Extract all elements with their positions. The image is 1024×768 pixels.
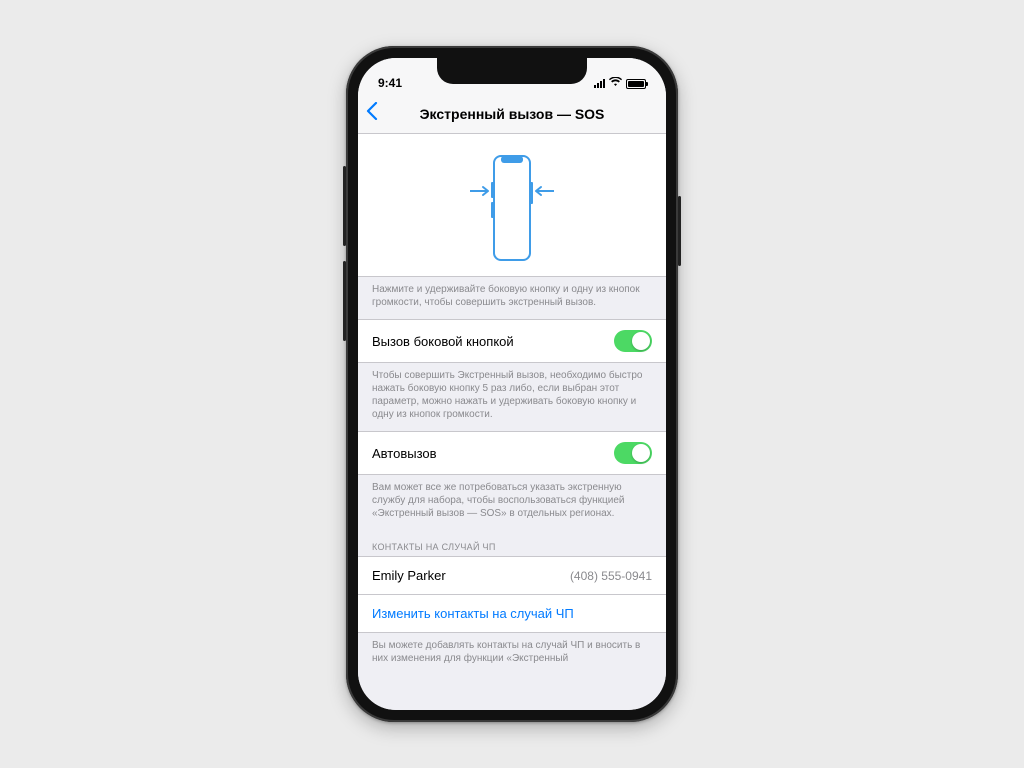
- nav-title: Экстренный вызов — SOS: [358, 106, 666, 122]
- screen: 9:41 Экстренный вызов — SOS: [358, 58, 666, 710]
- battery-icon: [626, 79, 646, 89]
- row-label: Автовызов: [372, 446, 437, 461]
- edit-contacts-link[interactable]: Изменить контакты на случай ЧП: [358, 595, 666, 633]
- phone-squeeze-icon: [452, 148, 572, 268]
- contacts-section-header: КОНТАКТЫ НА СЛУЧАЙ ЧП: [358, 530, 666, 556]
- wifi-icon: [609, 77, 622, 90]
- nav-bar: Экстренный вызов — SOS: [358, 94, 666, 134]
- row-auto-call[interactable]: Автовызов: [358, 431, 666, 475]
- sos-illustration: [358, 134, 666, 277]
- status-icons: [586, 77, 646, 90]
- side-button-toggle[interactable]: [614, 330, 652, 352]
- chevron-left-icon: [366, 102, 378, 120]
- contact-phone: (408) 555-0941: [570, 569, 652, 583]
- back-button[interactable]: [366, 102, 378, 125]
- contact-name: Emily Parker: [372, 568, 446, 583]
- status-time: 9:41: [378, 76, 428, 90]
- notch: [437, 58, 587, 84]
- contact-row[interactable]: Emily Parker (408) 555-0941: [358, 556, 666, 595]
- phone-frame: 9:41 Экстренный вызов — SOS: [346, 46, 678, 722]
- auto-call-footnote: Вам может все же потребоваться указать э…: [358, 475, 666, 530]
- row-call-with-side-button[interactable]: Вызов боковой кнопкой: [358, 319, 666, 363]
- bottom-cutoff-text: Вы можете добавлять контакты на случай Ч…: [358, 633, 666, 665]
- content[interactable]: Нажмите и удерживайте боковую кнопку и о…: [358, 134, 666, 710]
- row-label: Вызов боковой кнопкой: [372, 334, 514, 349]
- illustration-footnote: Нажмите и удерживайте боковую кнопку и о…: [358, 277, 666, 319]
- side-button-footnote: Чтобы совершить Экстренный вызов, необхо…: [358, 363, 666, 431]
- cellular-signal-icon: [594, 79, 605, 88]
- auto-call-toggle[interactable]: [614, 442, 652, 464]
- edit-contacts-label: Изменить контакты на случай ЧП: [372, 606, 574, 621]
